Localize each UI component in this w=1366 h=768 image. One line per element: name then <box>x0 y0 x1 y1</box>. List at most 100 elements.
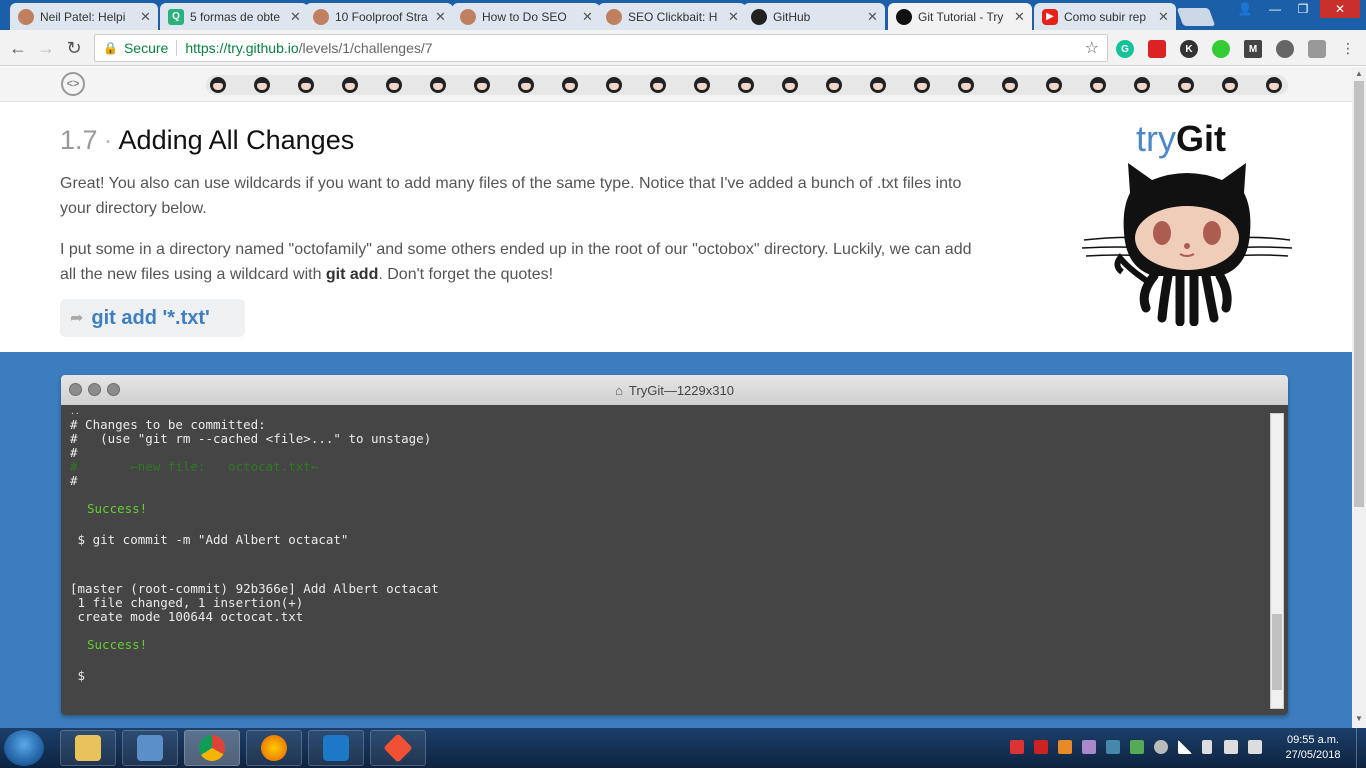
tray-icon[interactable] <box>1082 740 1096 754</box>
tab-neil-patel[interactable]: Neil Patel: Helpi ✕ <box>10 3 158 30</box>
tab-title: Neil Patel: Helpi <box>40 9 126 24</box>
window-close-icon[interactable]: ✕ <box>1320 0 1360 18</box>
challenge-dot-icon[interactable] <box>694 77 710 93</box>
extension-circle-icon[interactable] <box>1212 40 1230 58</box>
challenge-dot-icon[interactable] <box>1222 77 1238 93</box>
tray-icon[interactable] <box>1010 740 1024 754</box>
close-icon[interactable]: ✕ <box>867 9 879 25</box>
reload-icon[interactable]: ↻ <box>62 36 86 60</box>
browser-toolbar: ← → ↻ 🔒 Secure https://try.github.io/lev… <box>0 30 1366 66</box>
taskbar-chrome[interactable] <box>184 730 240 766</box>
challenge-dot-icon[interactable] <box>870 77 886 93</box>
challenge-dot-icon[interactable] <box>1134 77 1150 93</box>
challenge-dot-icon[interactable] <box>606 77 622 93</box>
close-light-icon[interactable] <box>69 383 82 396</box>
challenge-dot-icon[interactable] <box>958 77 974 93</box>
challenge-dot-icon[interactable] <box>1178 77 1194 93</box>
taskbar-explorer[interactable] <box>60 730 116 766</box>
terminal-output[interactable]: .. # Changes to be committed: # (use "gi… <box>61 405 1268 715</box>
challenge-dot-icon[interactable] <box>210 77 226 93</box>
extension-k-icon[interactable]: K <box>1180 40 1198 58</box>
forward-icon[interactable]: → <box>34 36 58 60</box>
minimize-icon[interactable]: — <box>1262 0 1288 18</box>
close-icon[interactable]: ✕ <box>290 9 302 25</box>
taskbar-vscode[interactable] <box>308 730 364 766</box>
grammarly-icon[interactable]: G <box>1116 40 1134 58</box>
challenge-dot-icon[interactable] <box>342 77 358 93</box>
minimize-light-icon[interactable] <box>88 383 101 396</box>
challenge-dot-icon[interactable] <box>430 77 446 93</box>
tray-icon[interactable] <box>1034 740 1048 754</box>
extension-icon[interactable] <box>1148 40 1166 58</box>
divider <box>176 40 178 56</box>
lesson-heading: 1.7 · Adding All Changes <box>60 125 990 165</box>
challenge-dot-icon[interactable] <box>562 77 578 93</box>
terminal-window[interactable]: ⌂ TryGit—1229x310 .. # Changes to be com… <box>61 375 1288 715</box>
terminal-line: # (use "git rm --cached <file>..." to un… <box>70 431 432 446</box>
close-icon[interactable]: ✕ <box>1158 9 1170 25</box>
battery-icon[interactable] <box>1202 740 1212 754</box>
system-clock[interactable]: 09:55 a.m. 27/05/2018 <box>1278 733 1348 763</box>
network-icon[interactable] <box>1154 740 1168 754</box>
page-scrollbar[interactable]: ▲ ▼ <box>1352 67 1366 728</box>
challenge-dot-icon[interactable] <box>1002 77 1018 93</box>
challenge-dot-icon[interactable] <box>826 77 842 93</box>
tray-icon[interactable] <box>1130 740 1144 754</box>
tray-icon[interactable] <box>1058 740 1072 754</box>
zoom-light-icon[interactable] <box>107 383 120 396</box>
volume-icon[interactable] <box>1224 740 1238 754</box>
scroll-thumb[interactable] <box>1354 81 1364 507</box>
challenge-dot-icon[interactable] <box>474 77 490 93</box>
signal-icon[interactable] <box>1178 740 1192 754</box>
challenge-dot-icon[interactable] <box>738 77 754 93</box>
challenge-dot-icon[interactable] <box>386 77 402 93</box>
extension-off-icon[interactable] <box>1308 40 1326 58</box>
challenge-dot-icon[interactable] <box>782 77 798 93</box>
evernote-icon[interactable] <box>1276 40 1294 58</box>
scroll-up-icon[interactable]: ▲ <box>1352 69 1366 81</box>
challenge-dot-icon[interactable] <box>1266 77 1282 93</box>
bookmark-star-icon[interactable]: ☆ <box>1085 38 1099 58</box>
tab-git-tutorial[interactable]: Git Tutorial - Try ✕ <box>888 3 1032 30</box>
success-message: Success! <box>87 501 148 516</box>
close-icon[interactable]: ✕ <box>140 9 152 25</box>
tab-foolproof[interactable]: 10 Foolproof Stra ✕ <box>305 3 453 30</box>
close-icon[interactable]: ✕ <box>1014 9 1026 25</box>
challenge-dot-icon[interactable] <box>298 77 314 93</box>
terminal-scroll-thumb[interactable] <box>1272 614 1282 690</box>
start-button[interactable] <box>4 730 44 766</box>
youtube-icon: ▶ <box>1042 8 1058 25</box>
tab-youtube[interactable]: ▶ Como subir rep ✕ <box>1034 3 1176 30</box>
challenge-dot-icon[interactable] <box>1046 77 1062 93</box>
tab-how-to-do-seo[interactable]: How to Do SEO ✕ <box>452 3 600 30</box>
scroll-down-icon[interactable]: ▼ <box>1352 714 1366 726</box>
terminal-scrollbar[interactable] <box>1270 413 1284 709</box>
tray-icon[interactable] <box>1106 740 1120 754</box>
code-toggle-icon[interactable]: <> <box>61 72 85 96</box>
close-icon[interactable]: ✕ <box>582 9 594 25</box>
challenge-dot-icon[interactable] <box>518 77 534 93</box>
close-icon[interactable]: ✕ <box>728 9 740 25</box>
user-icon[interactable]: 👤 <box>1232 0 1258 18</box>
taskbar-firefox[interactable] <box>246 730 302 766</box>
taskbar-git[interactable] <box>370 730 426 766</box>
tab-quora[interactable]: Q 5 formas de obte ✕ <box>160 3 308 30</box>
menu-icon[interactable]: ⋮ <box>1336 36 1360 60</box>
tab-seo-clickbait[interactable]: SEO Clickbait: H ✕ <box>598 3 746 30</box>
back-icon[interactable]: ← <box>6 36 30 60</box>
new-tab-button[interactable] <box>1176 8 1216 26</box>
address-bar[interactable]: 🔒 Secure https://try.github.io/levels/1/… <box>94 34 1108 62</box>
action-center-icon[interactable] <box>1248 740 1262 754</box>
challenge-dot-icon[interactable] <box>650 77 666 93</box>
show-desktop-button[interactable] <box>1356 728 1366 768</box>
challenge-dot-icon[interactable] <box>914 77 930 93</box>
run-command-button[interactable]: ➦ git add '*.txt' <box>60 299 245 337</box>
challenge-dot-icon[interactable] <box>254 77 270 93</box>
tab-github[interactable]: GitHub ✕ <box>743 3 885 30</box>
maximize-icon[interactable]: ❐ <box>1290 0 1316 18</box>
challenge-dot-icon[interactable] <box>1090 77 1106 93</box>
close-icon[interactable]: ✕ <box>435 9 447 25</box>
gmail-icon[interactable]: M <box>1244 40 1262 58</box>
terminal-prompt[interactable]: $ <box>70 668 86 683</box>
taskbar-computer[interactable] <box>122 730 178 766</box>
